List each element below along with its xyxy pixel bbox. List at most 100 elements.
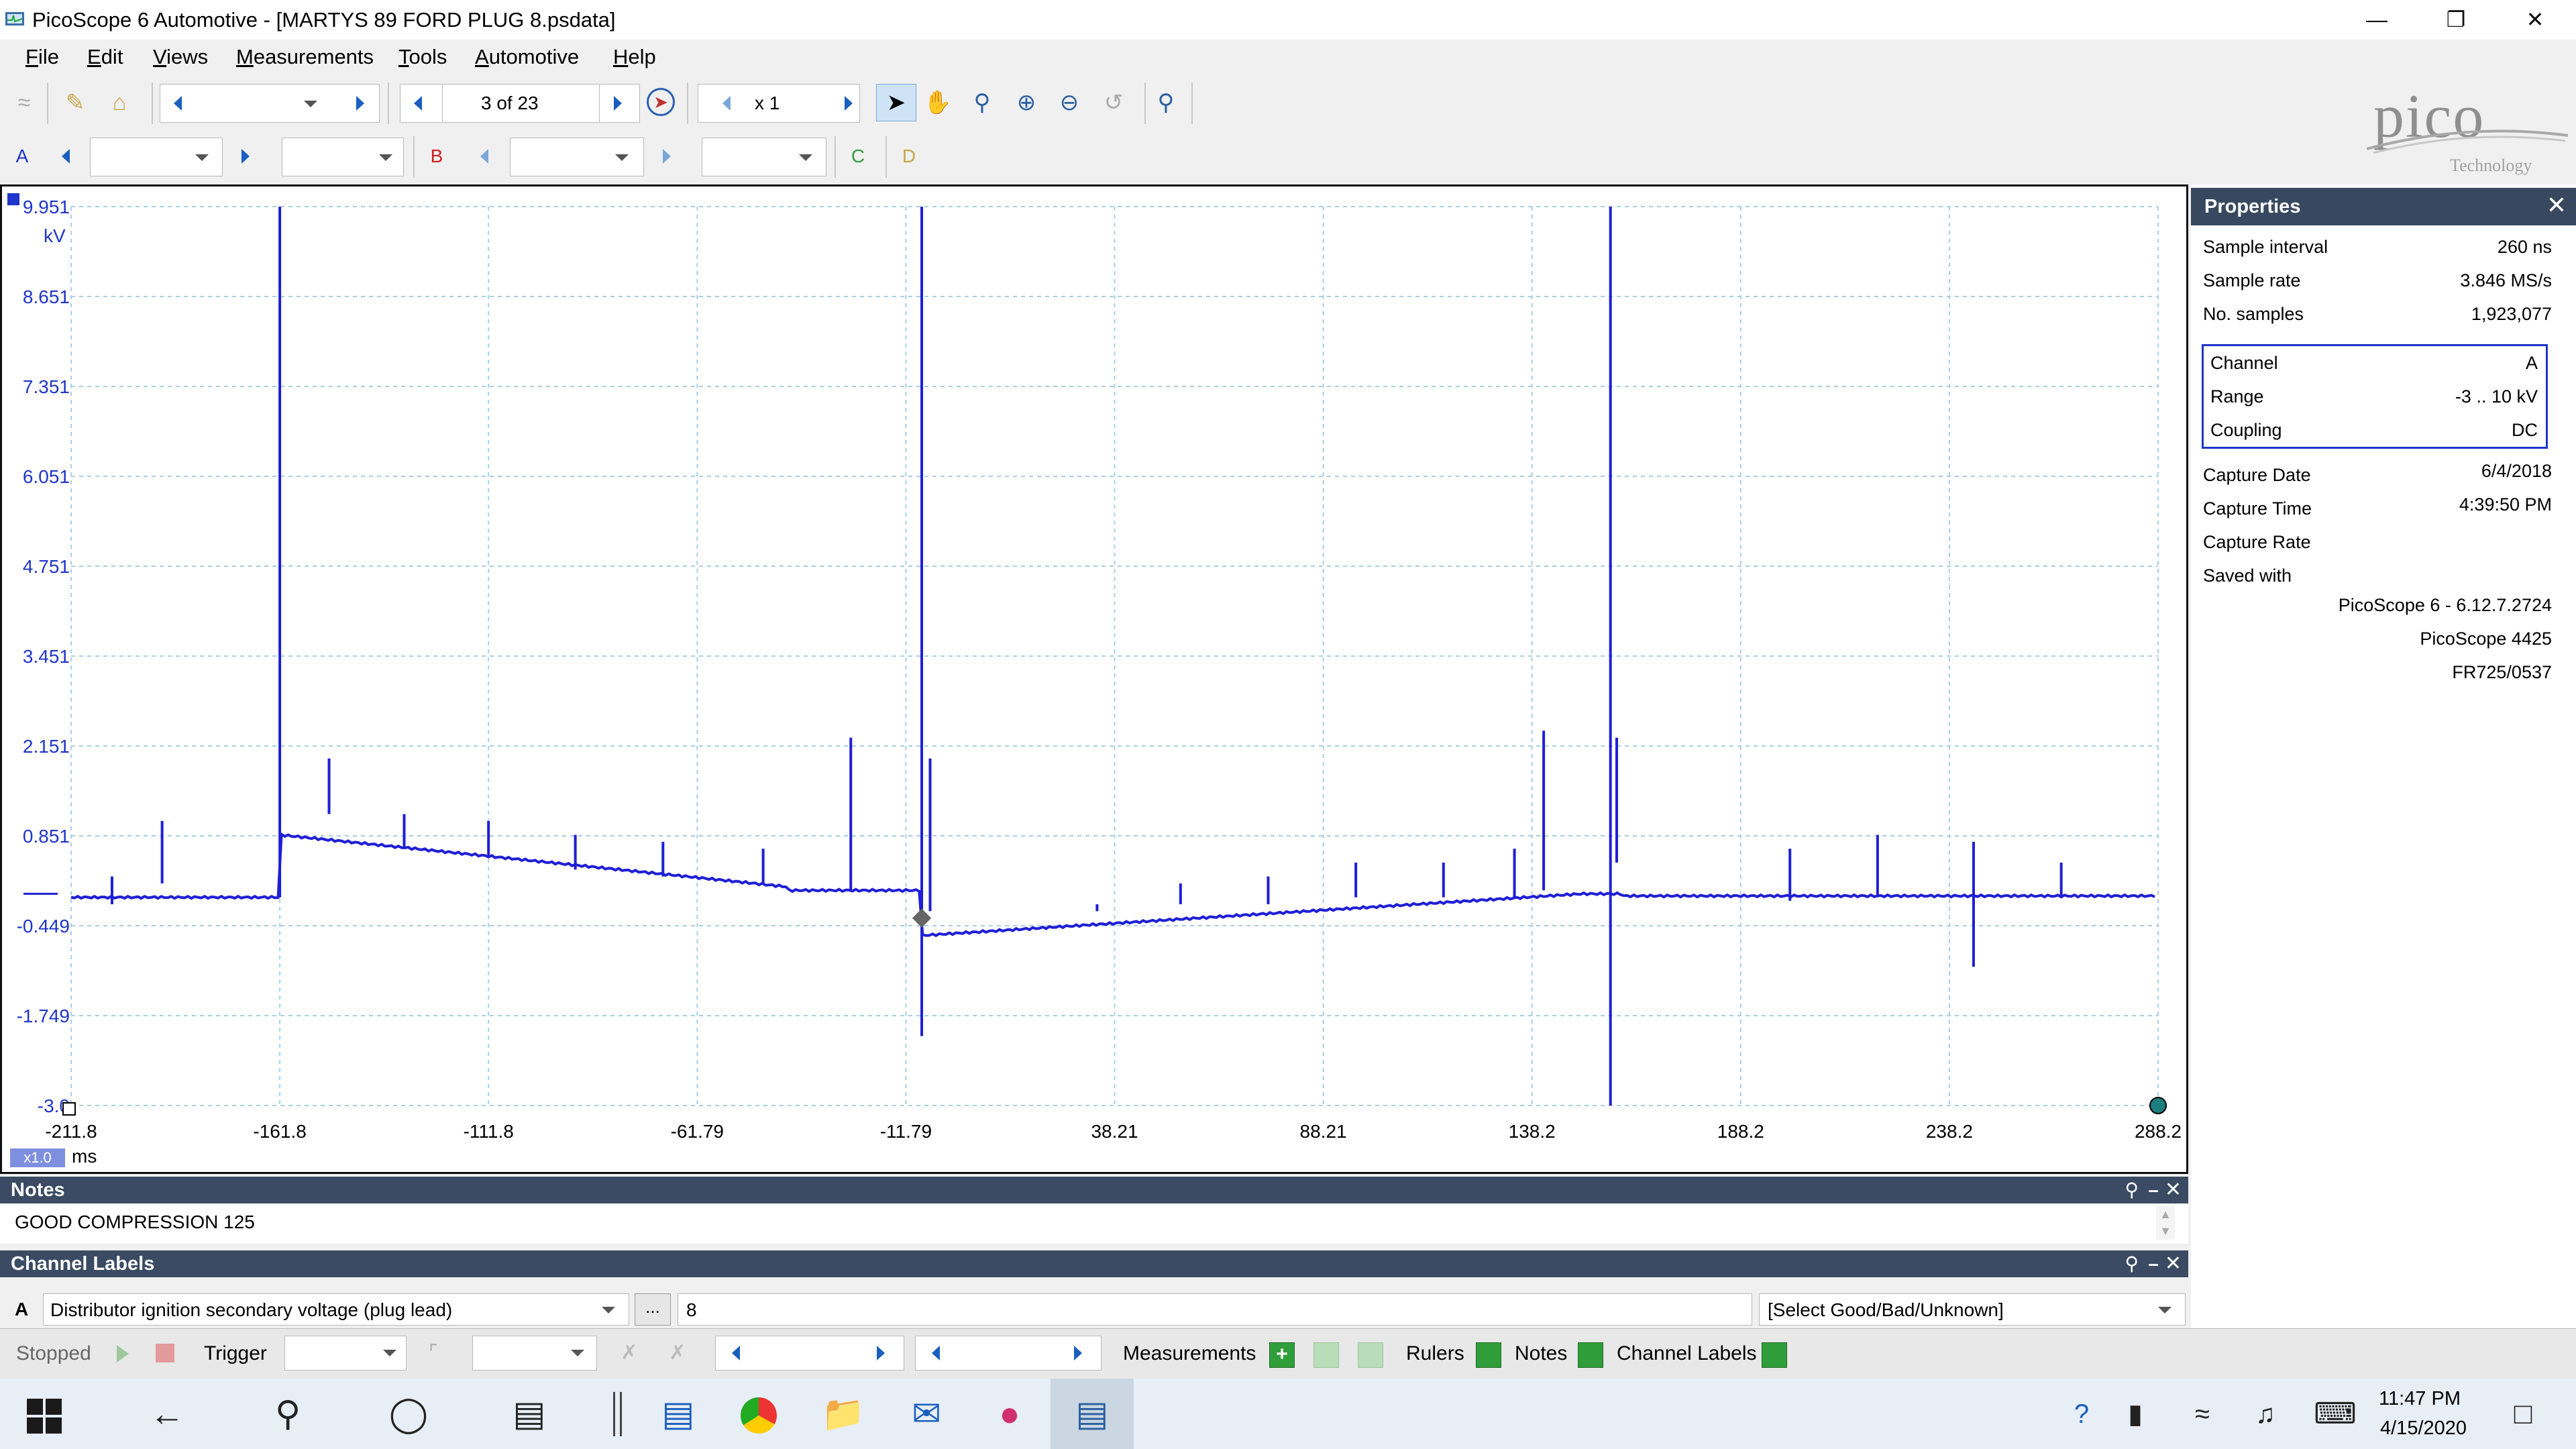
chrome-icon[interactable] <box>741 1397 777 1434</box>
zoom-next-icon[interactable] <box>845 96 853 111</box>
zoom-window-icon[interactable]: ⚲ <box>965 84 1000 121</box>
trigger-level-next-icon[interactable] <box>877 1346 885 1360</box>
trigger-falling-icon[interactable]: ✗ <box>660 1334 695 1372</box>
notifications-icon[interactable]: □ <box>2500 1391 2546 1438</box>
zoom-overview-icon[interactable]: ⚲ <box>1148 84 1183 121</box>
wifi-icon[interactable]: ≈ <box>2179 1391 2226 1438</box>
y-axis-tick-label: 0.851 <box>23 826 70 847</box>
windows-start-icon[interactable] <box>27 1399 62 1434</box>
search-icon[interactable]: ⚲ <box>264 1391 311 1438</box>
channel-a-range-prev-icon[interactable] <box>62 149 70 164</box>
delete-measurement-button[interactable] <box>1358 1342 1383 1368</box>
menu-file[interactable]: File <box>25 45 59 69</box>
previous-buffer-icon[interactable] <box>414 96 422 111</box>
toolbar-separator <box>687 83 688 124</box>
timebase-control[interactable] <box>160 84 380 123</box>
menu-measurements[interactable]: Measurements <box>236 45 374 69</box>
notes-toggle-button[interactable] <box>1578 1342 1603 1368</box>
channel-a-range-select[interactable] <box>90 138 223 176</box>
trigger-level-prev-icon[interactable] <box>732 1346 740 1360</box>
keyboard-icon[interactable]: ⌨ <box>2312 1391 2359 1438</box>
channel-b-button[interactable]: B <box>420 138 453 175</box>
minimize-button[interactable]: — <box>2340 0 2414 40</box>
channel-b-coupling-select[interactable] <box>702 138 826 176</box>
channel-c-button[interactable]: C <box>841 138 875 175</box>
trigger-mode-select[interactable] <box>284 1336 407 1371</box>
timebase-next-icon[interactable] <box>356 96 364 111</box>
channel-labels-toggle-button[interactable] <box>1762 1342 1787 1368</box>
pin-notes-icon[interactable]: ⚲ <box>2125 1177 2139 1203</box>
undo-zoom-icon[interactable]: ↺ <box>1096 84 1131 121</box>
channel-labels-title: Channel Labels <box>11 1253 155 1275</box>
zoom-in-icon[interactable]: ⊕ <box>1009 84 1044 121</box>
channel-b-range-prev-icon[interactable] <box>480 149 488 164</box>
channel-b-range-next-icon[interactable] <box>663 149 671 164</box>
acquisition-state: Stopped <box>16 1342 91 1364</box>
hand-tool-icon[interactable]: ✋ <box>920 84 955 121</box>
minimize-notes-icon[interactable]: – <box>2148 1177 2159 1203</box>
channel-a-range-next-icon[interactable] <box>241 149 250 164</box>
volume-icon[interactable]: ♫ <box>2242 1391 2289 1438</box>
menu-views[interactable]: Views <box>153 45 208 69</box>
next-buffer-icon[interactable] <box>614 96 622 111</box>
notes-panel-header: Notes ⚲ – ✕ <box>0 1177 2188 1203</box>
timebase-prev-icon[interactable] <box>174 96 182 111</box>
rulers-label: Rulers <box>1406 1342 1464 1364</box>
start-icon[interactable] <box>117 1345 129 1362</box>
menu-automotive[interactable]: Automotive <box>475 45 579 69</box>
document-app-icon[interactable]: ▤ <box>655 1391 702 1438</box>
picoscope-taskbar-item[interactable]: ▤ <box>1051 1379 1134 1449</box>
scope-view[interactable]: 9.951 8.651 7.351 6.051 4.751 3.451 2.151 0.851… <box>0 184 2188 1174</box>
edit-measurement-button[interactable] <box>1313 1342 1339 1368</box>
channel-a-button[interactable]: A <box>5 138 39 175</box>
notes-textarea[interactable]: GOOD COMPRESSION 125 ▲ ▼ <box>0 1203 2188 1244</box>
zoom-prev-icon[interactable] <box>722 96 731 111</box>
notes-scrollbar[interactable]: ▲ ▼ <box>2156 1206 2175 1240</box>
cortana-icon[interactable]: ◯ <box>385 1391 432 1438</box>
channel-d-button[interactable]: D <box>892 138 926 175</box>
cylinder-input[interactable]: 8 <box>678 1293 1752 1326</box>
menu-tools[interactable]: Tools <box>398 45 447 69</box>
clock-date[interactable]: 4/15/2020 <box>2380 1417 2467 1440</box>
scope-mode-icon[interactable]: ≈ <box>7 84 42 121</box>
maps-icon[interactable]: ● <box>986 1391 1033 1438</box>
toolbar-separator <box>885 136 887 178</box>
menu-help[interactable]: Help <box>613 45 656 69</box>
zoom-out-icon[interactable]: ⊖ <box>1052 84 1087 121</box>
close-window-button[interactable]: ✕ <box>2498 0 2572 40</box>
trigger-edge-icon[interactable]: ⌜ <box>416 1334 451 1372</box>
pre-trigger-control[interactable] <box>915 1336 1102 1371</box>
close-channel-labels-icon[interactable]: ✕ <box>2165 1250 2182 1277</box>
help-tray-icon[interactable]: ? <box>2058 1391 2105 1438</box>
home-icon[interactable]: ⌂ <box>102 84 137 121</box>
add-measurement-button[interactable]: + <box>1269 1342 1295 1368</box>
pre-trigger-next-icon[interactable] <box>1074 1346 1082 1360</box>
trigger-source-select[interactable] <box>472 1336 597 1371</box>
channel-a-coupling-select[interactable] <box>282 138 404 176</box>
pre-trigger-prev-icon[interactable] <box>932 1346 940 1360</box>
trigger-rising-icon[interactable]: ✗ <box>612 1334 647 1372</box>
battery-icon[interactable]: ▮ <box>2112 1391 2159 1438</box>
close-properties-icon[interactable]: ✕ <box>2546 191 2567 219</box>
restore-button[interactable]: ❐ <box>2419 0 2493 40</box>
back-icon[interactable]: ← <box>144 1391 191 1438</box>
close-notes-icon[interactable]: ✕ <box>2165 1177 2182 1203</box>
probe-icon[interactable]: ✎ <box>58 84 93 121</box>
browse-label-button[interactable]: ... <box>635 1293 671 1326</box>
select-tool-icon[interactable]: ➤ <box>876 84 916 121</box>
pin-channel-labels-icon[interactable]: ⚲ <box>2125 1250 2139 1277</box>
task-view-icon[interactable]: ▤ <box>506 1391 553 1438</box>
mail-icon[interactable]: ✉ <box>903 1391 950 1438</box>
buffer-overview-icon[interactable]: ➤ <box>647 88 675 116</box>
rating-select[interactable]: [Select Good/Bad/Unknown] <box>1759 1293 2186 1326</box>
menu-edit[interactable]: Edit <box>87 45 123 69</box>
minimize-channel-labels-icon[interactable]: – <box>2148 1250 2159 1277</box>
trigger-level-control[interactable] <box>715 1336 904 1371</box>
timebase-dropdown-icon[interactable] <box>304 101 317 107</box>
clock-time[interactable]: 11:47 PM <box>2379 1388 2461 1410</box>
stop-icon[interactable] <box>156 1344 174 1362</box>
channel-b-range-select[interactable] <box>510 138 644 176</box>
rulers-toggle-button[interactable] <box>1476 1342 1501 1368</box>
channel-description-select[interactable]: Distributor ignition secondary voltage (… <box>43 1293 629 1326</box>
file-explorer-icon[interactable]: 📁 <box>820 1391 867 1438</box>
